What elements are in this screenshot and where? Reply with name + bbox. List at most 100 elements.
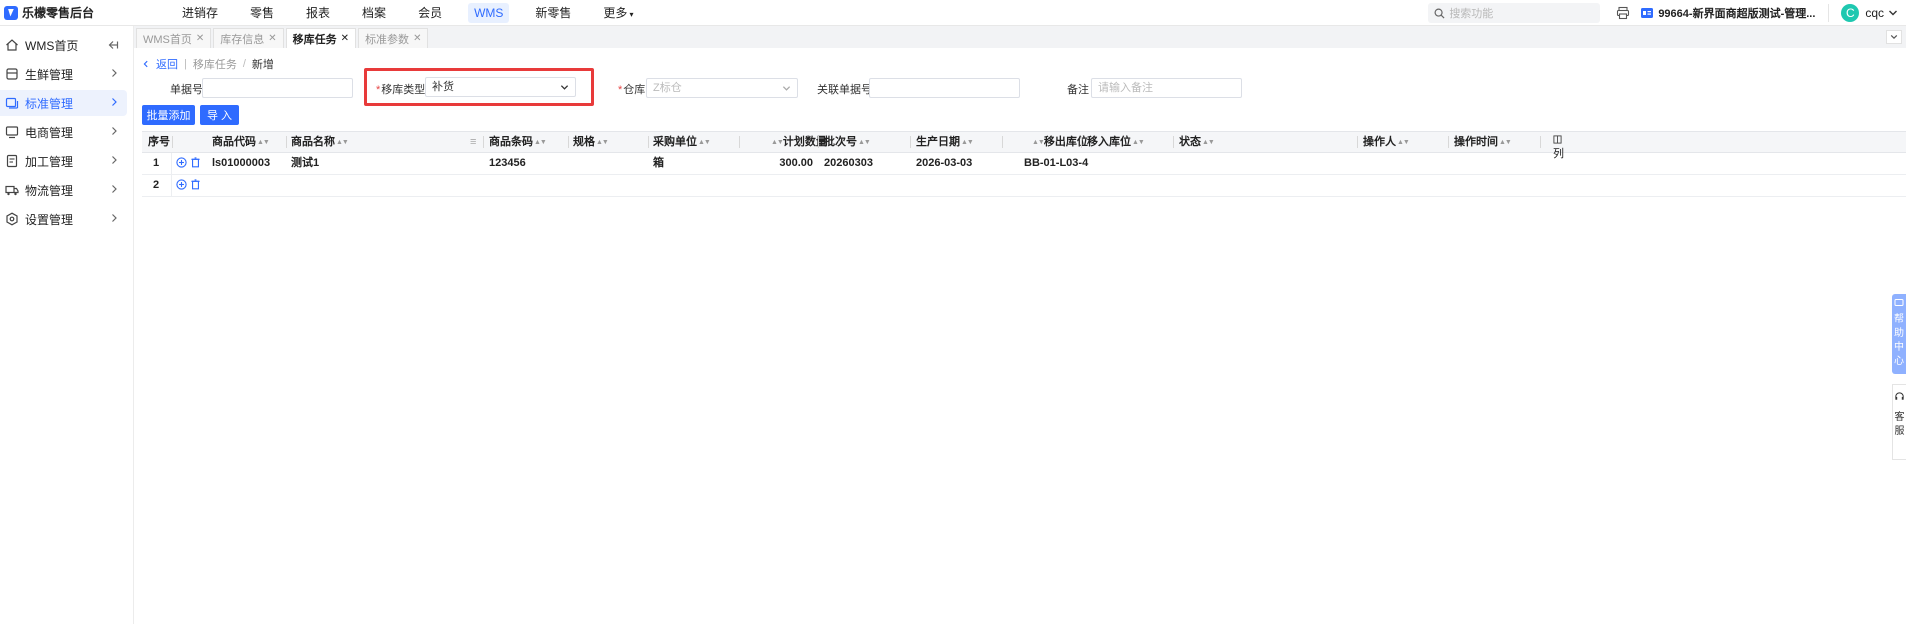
col-divider — [1540, 136, 1541, 148]
tab-move-task[interactable]: 移库任务 ✕ — [285, 28, 357, 48]
nav-item-more[interactable]: 更多 ▾ — [587, 0, 649, 26]
batch-add-button[interactable]: 批量添加 — [142, 105, 195, 125]
col-header-label: 状态 — [1179, 136, 1201, 148]
close-icon[interactable]: ✕ — [196, 33, 204, 44]
col-header-sortable[interactable]: 状态▲▼ — [1179, 132, 1215, 152]
store-selector[interactable]: 99664-新界面商超版测试-管理... — [1640, 5, 1816, 21]
sidebar-item-process[interactable]: 加工管理 — [0, 148, 127, 174]
tab-standard-params[interactable]: 标准参数 ✕ — [358, 28, 429, 48]
nav-item-report[interactable]: 报表 — [290, 0, 346, 26]
back-link[interactable]: 返回 — [142, 56, 178, 72]
col-header-sortable[interactable]: 操作人▲▼ — [1363, 132, 1410, 152]
breadcrumb-parent[interactable]: 移库任务 — [193, 56, 237, 72]
nav-item-new-retail[interactable]: 新零售 — [519, 0, 587, 26]
add-row-icon[interactable] — [176, 157, 187, 168]
col-header-sortable[interactable]: 规格▲▼ — [573, 132, 609, 152]
tab-wms-home[interactable]: WMS首页 ✕ — [136, 28, 212, 48]
nav-item-member[interactable]: 会员 — [402, 0, 458, 26]
col-header-label: 计划数量 — [782, 136, 827, 148]
sidebar-item-label: 加工管理 — [25, 154, 74, 169]
cell-code[interactable]: ls01000003 — [212, 153, 270, 174]
close-icon[interactable]: ✕ — [341, 33, 349, 44]
col-divider — [648, 136, 649, 148]
col-header-sortable[interactable]: 生产日期▲▼ — [916, 132, 974, 152]
cell-qty[interactable] — [772, 175, 813, 196]
table-row[interactable]: 2 — [142, 175, 1906, 197]
cell-qty[interactable]: 300.00 — [772, 153, 813, 174]
collapse-sidebar-icon[interactable] — [107, 39, 119, 51]
columns-icon — [1553, 135, 1562, 144]
col-divider — [1002, 136, 1003, 148]
col-header-sortable[interactable]: 移入库位▲▼ — [1087, 132, 1145, 152]
nav-item-archive[interactable]: 档案 — [346, 0, 402, 26]
add-row-icon[interactable] — [176, 179, 187, 190]
nav-item-jxc[interactable]: 进销存 — [166, 0, 234, 26]
sidebar-item-wms-home[interactable]: WMS首页 — [0, 32, 127, 58]
sidebar-item-label: 电商管理 — [25, 125, 74, 140]
tabs-dropdown-button[interactable] — [1886, 30, 1902, 44]
drag-handle-icon[interactable]: ≡ — [470, 132, 476, 152]
sidebar-item-standard[interactable]: 标准管理 — [0, 90, 127, 116]
col-header-label: 移入库位 — [1087, 136, 1131, 148]
nav-item-retail[interactable]: 零售 — [234, 0, 290, 26]
col-header-sortable[interactable]: 采购单位▲▼ — [653, 132, 711, 152]
col-header-sortable[interactable]: 批次号▲▼ — [824, 132, 871, 152]
sidebar-item-logistics[interactable]: 物流管理 — [0, 177, 127, 203]
sort-icon: ▲▼ — [596, 139, 609, 146]
tab-label: 库存信息 — [220, 33, 265, 46]
search-placeholder: 搜索功能 — [1449, 8, 1494, 20]
cell-out-location[interactable]: BB-01-L03-4 — [1024, 153, 1088, 174]
chevron-down-icon[interactable] — [1888, 8, 1898, 18]
tab-label: 移库任务 — [292, 33, 337, 46]
customer-service-tab[interactable]: 客服 — [1892, 384, 1906, 460]
move-type-value: 补货 — [432, 81, 454, 93]
chevron-down-icon — [782, 84, 791, 93]
table-row[interactable]: 1 ls01000003 测试1 123456 箱 300.00 2026030… — [142, 153, 1906, 175]
col-header-sortable[interactable]: 商品代码▲▼ — [212, 132, 270, 152]
delete-row-icon[interactable] — [190, 157, 201, 168]
function-search-input[interactable]: 搜索功能 — [1428, 3, 1601, 23]
ecommerce-icon — [5, 125, 19, 139]
help-center-tab[interactable]: 帮助中心 — [1892, 294, 1906, 374]
cell-barcode[interactable]: 123456 — [489, 153, 526, 174]
sidebar-item-fresh[interactable]: 生鲜管理 — [0, 61, 127, 87]
user-name[interactable]: cqc — [1865, 6, 1884, 20]
app-logo[interactable]: 乐檬零售后台 — [0, 4, 166, 21]
settings-icon — [5, 212, 19, 226]
col-header-label: 规格 — [573, 136, 595, 148]
cell-unit[interactable]: 箱 — [653, 153, 664, 174]
nav-item-wms[interactable]: WMS — [468, 2, 510, 23]
remark-input[interactable]: 请输入备注 — [1091, 78, 1242, 98]
col-header-sortable[interactable]: ▲▼移出库位 — [1031, 132, 1088, 152]
store-icon — [1641, 8, 1654, 18]
col-header-sortable[interactable]: 商品名称▲▼ — [291, 132, 349, 152]
sort-icon: ▲▼ — [1202, 139, 1215, 146]
message-icon — [1894, 299, 1904, 306]
sort-icon: ▲▼ — [1132, 139, 1145, 146]
row-number: 1 — [153, 157, 160, 169]
col-header-sortable[interactable]: 商品条码▲▼ — [489, 132, 547, 152]
user-avatar[interactable]: C — [1841, 4, 1860, 22]
sort-icon: ▲▼ — [534, 139, 547, 146]
col-divider — [286, 136, 287, 148]
related-no-input[interactable] — [869, 78, 1020, 98]
sort-icon: ▲▼ — [961, 139, 974, 146]
sidebar-item-settings[interactable]: 设置管理 — [0, 206, 127, 232]
sort-icon: ▲▼ — [1397, 139, 1410, 146]
sidebar-item-ecommerce[interactable]: 电商管理 — [0, 119, 127, 145]
cell-name[interactable]: 测试1 — [291, 153, 319, 174]
column-settings-button[interactable]: 列 — [1553, 135, 1564, 161]
cell-batch[interactable]: 20260303 — [824, 153, 873, 174]
close-icon[interactable]: ✕ — [268, 33, 276, 44]
import-button[interactable]: 导 入 — [200, 105, 239, 125]
delete-row-icon[interactable] — [190, 179, 201, 190]
col-header-sortable[interactable]: 操作时间▲▼ — [1454, 132, 1512, 152]
warehouse-select[interactable]: Z标仓 — [646, 78, 798, 98]
move-type-select[interactable]: 补货 — [425, 77, 576, 97]
printer-icon[interactable] — [1616, 6, 1630, 20]
close-icon[interactable]: ✕ — [413, 33, 421, 44]
doc-no-input[interactable] — [202, 78, 353, 98]
chevron-right-icon — [109, 126, 119, 136]
tab-inventory-info[interactable]: 库存信息 ✕ — [213, 28, 284, 48]
cell-date[interactable]: 2026-03-03 — [916, 153, 972, 174]
